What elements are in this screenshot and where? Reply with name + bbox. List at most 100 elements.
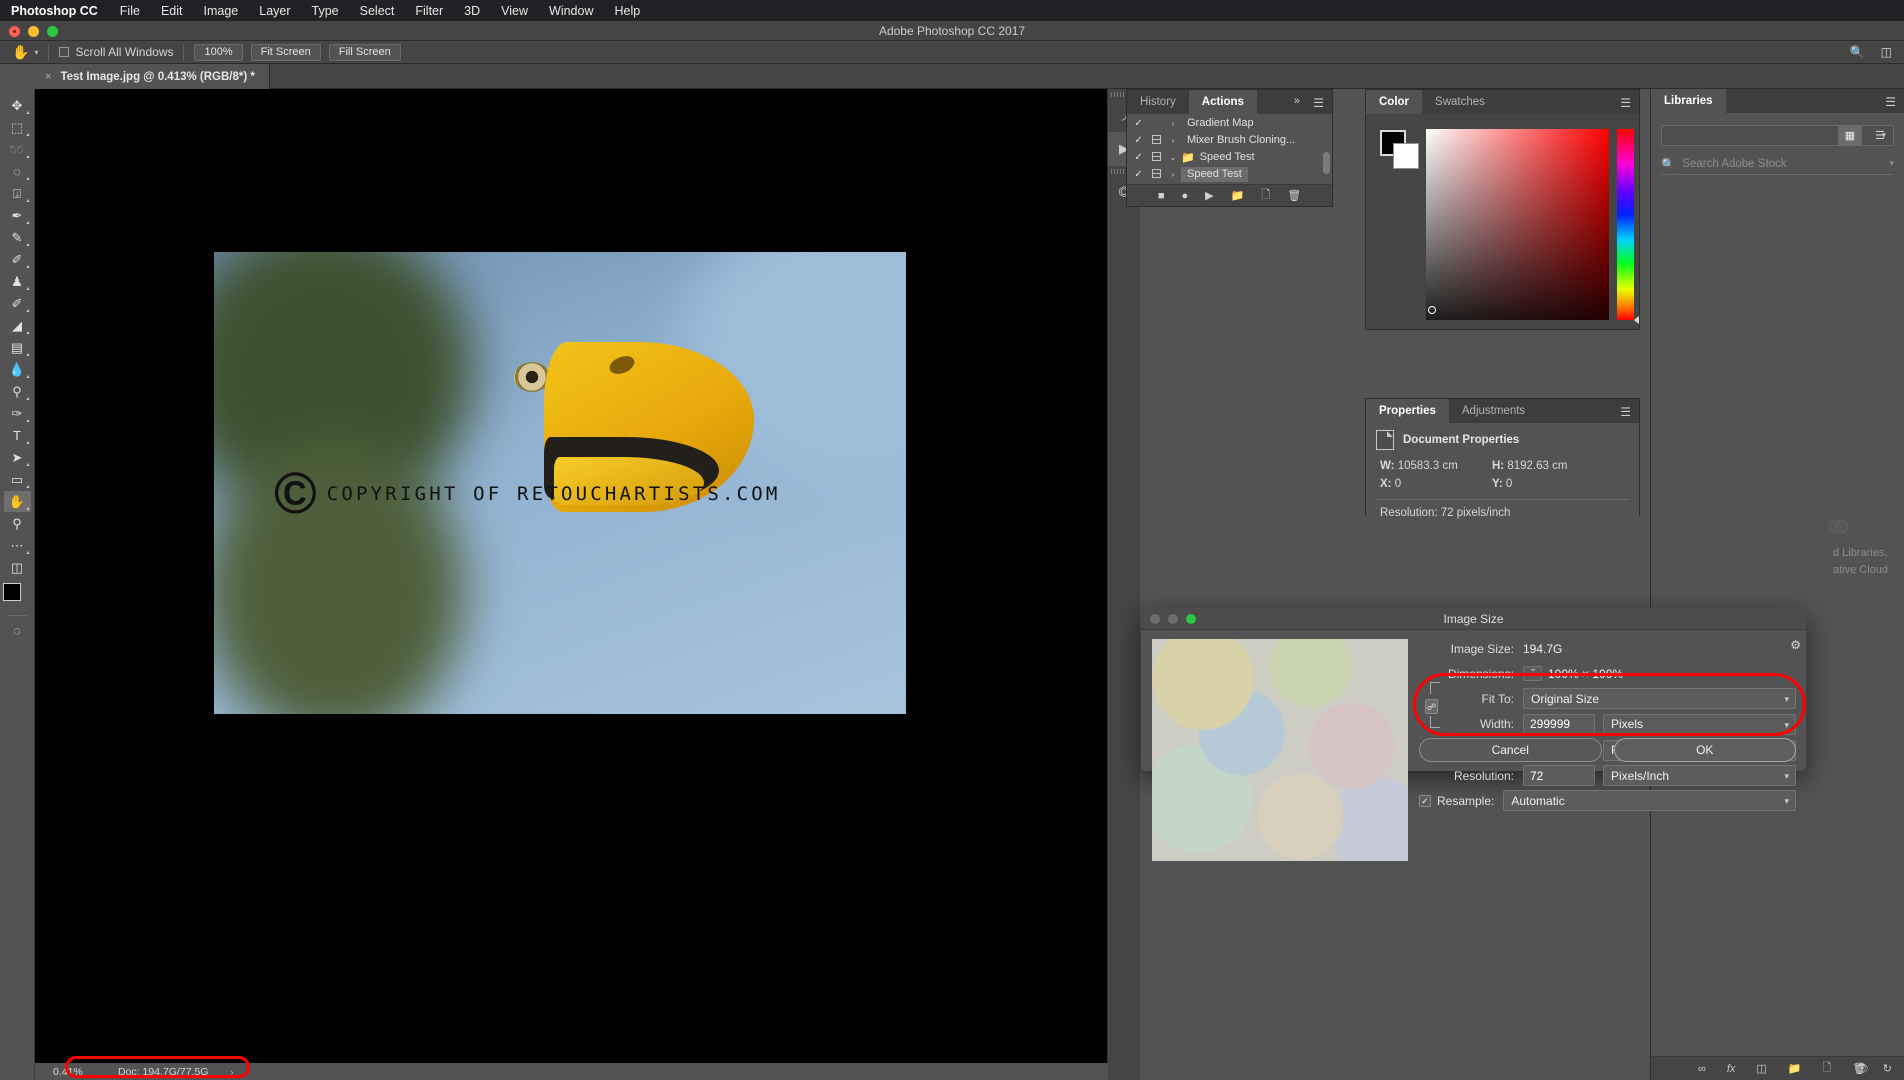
quick-selection-tool[interactable]: ◌ xyxy=(4,161,31,182)
foreground-color-swatch[interactable] xyxy=(3,583,21,601)
tab-color[interactable]: Color xyxy=(1366,90,1423,114)
action-enabled-check[interactable]: ✓ xyxy=(1130,118,1147,129)
action-folder-row[interactable]: ✓ ⌄ 📁 Speed Test xyxy=(1127,149,1332,166)
tool-preset-chevron-icon[interactable]: ▾ xyxy=(34,48,38,57)
hand-tool[interactable]: ✋ xyxy=(3,491,31,512)
background-color-swatch[interactable] xyxy=(1393,143,1419,169)
menu-image[interactable]: Image xyxy=(204,4,239,18)
zoom-level[interactable]: 0.41% xyxy=(35,1066,110,1078)
link-constrain-icon[interactable]: ☍ xyxy=(1425,699,1438,714)
link-icon[interactable]: ∞ xyxy=(1698,1063,1706,1075)
record-icon[interactable]: ● xyxy=(1182,190,1189,202)
expander-icon[interactable]: › xyxy=(1165,136,1181,145)
action-row[interactable]: ✓ › Mixer Brush Cloning... xyxy=(1127,132,1332,149)
stop-icon[interactable]: ■ xyxy=(1158,190,1165,202)
action-enabled-check[interactable]: ✓ xyxy=(1130,152,1147,163)
color-swatches[interactable] xyxy=(2,583,32,611)
zoom-100-button[interactable]: 100% xyxy=(194,43,243,61)
resample-select[interactable]: Automatic ▾ xyxy=(1503,790,1796,811)
default-colors-icon[interactable]: ◫ xyxy=(4,557,31,578)
tab-swatches[interactable]: Swatches xyxy=(1422,90,1498,114)
grid-view-icon[interactable]: ▦ xyxy=(1838,125,1862,146)
menu-layer[interactable]: Layer xyxy=(259,4,290,18)
dodge-tool[interactable]: ⚲ xyxy=(4,381,31,402)
color-ramp[interactable] xyxy=(1426,129,1609,320)
width-input[interactable]: 299999 xyxy=(1523,713,1595,735)
marquee-tool[interactable]: ⬚ xyxy=(4,117,31,138)
actions-list[interactable]: ✓ › Gradient Map ✓ › Mixer Brush Cloning… xyxy=(1127,114,1332,184)
action-enabled-check[interactable]: ✓ xyxy=(1130,169,1147,180)
history-brush-tool[interactable]: ✐ xyxy=(4,293,31,314)
resolution-input[interactable]: 72 xyxy=(1523,765,1595,786)
image-icon[interactable]: ◫ xyxy=(1756,1062,1766,1075)
action-row[interactable]: ✓ › Gradient Map xyxy=(1127,115,1332,132)
hue-marker[interactable] xyxy=(1634,316,1639,324)
fx-icon[interactable]: fx xyxy=(1727,1063,1736,1075)
color-picker-marker[interactable] xyxy=(1428,306,1436,314)
fit-to-select[interactable]: Original Size ▾ xyxy=(1523,688,1796,709)
action-dialog-toggle[interactable] xyxy=(1147,134,1165,147)
edit-toolbar-button[interactable]: ⋯ xyxy=(4,535,31,556)
menu-edit[interactable]: Edit xyxy=(161,4,183,18)
hue-slider[interactable] xyxy=(1617,129,1639,324)
close-icon[interactable]: × xyxy=(45,71,51,83)
expander-icon[interactable]: ⌄ xyxy=(1165,153,1181,162)
search-adobe-stock-field[interactable]: 🔍 Search Adobe Stock ▾ xyxy=(1661,153,1894,175)
tab-properties[interactable]: Properties xyxy=(1366,399,1449,423)
type-tool[interactable]: T xyxy=(4,425,31,446)
menu-select[interactable]: Select xyxy=(360,4,395,18)
fill-screen-button[interactable]: Fill Screen xyxy=(328,43,401,61)
pen-tool[interactable]: ✑ xyxy=(4,403,31,424)
gear-icon[interactable]: ⚙ xyxy=(1790,638,1801,652)
eyedropper-tool[interactable]: ✒ xyxy=(4,205,31,226)
sync-icon[interactable]: ↻ xyxy=(1883,1062,1892,1075)
path-selection-tool[interactable]: ➤ xyxy=(4,447,31,468)
fit-screen-button[interactable]: Fit Screen xyxy=(250,43,321,61)
expander-icon[interactable]: › xyxy=(1165,170,1181,179)
rectangle-tool[interactable]: ▭ xyxy=(4,469,31,490)
menu-filter[interactable]: Filter xyxy=(415,4,443,18)
status-expand-icon[interactable]: › xyxy=(230,1067,233,1077)
expander-icon[interactable]: › xyxy=(1165,119,1181,128)
eye-icon[interactable]: 👁 xyxy=(1855,1062,1869,1075)
workspace-icon[interactable]: ◫ xyxy=(1881,45,1892,59)
action-dialog-toggle[interactable] xyxy=(1147,118,1165,130)
ok-button[interactable]: OK xyxy=(1613,738,1796,762)
search-icon[interactable]: 🔍 xyxy=(1850,45,1865,59)
lasso-tool[interactable]: ➿ xyxy=(4,139,31,160)
document-size[interactable]: Doc: 194.7G/77.5G xyxy=(118,1066,208,1078)
constrain-proportions-control[interactable]: ☍ xyxy=(1425,682,1440,728)
list-view-icon[interactable]: ☰ xyxy=(1868,125,1892,146)
zoom-tool[interactable]: ⚲ xyxy=(4,513,31,534)
image-size-dialog[interactable]: Image Size Image Size: 194.7G Dimensions… xyxy=(1141,608,1806,861)
dimensions-unit-select[interactable] xyxy=(1523,663,1542,681)
action-row[interactable]: ✓ › Speed Test xyxy=(1127,166,1332,183)
panel-more-icon[interactable]: » xyxy=(1294,95,1300,107)
panel-menu-icon[interactable]: ☰ xyxy=(1313,96,1324,110)
scroll-all-windows-checkbox[interactable]: Scroll All Windows xyxy=(59,45,173,59)
document-image[interactable]: © COPYRIGHT OF RETOUCHARTISTS.COM xyxy=(214,252,906,714)
action-dialog-toggle[interactable] xyxy=(1147,168,1165,181)
gradient-tool[interactable]: ▤ xyxy=(4,337,31,358)
panel-menu-icon[interactable]: ☰ xyxy=(1620,405,1631,419)
tab-libraries[interactable]: Libraries xyxy=(1651,89,1726,113)
cancel-button[interactable]: Cancel xyxy=(1419,738,1602,762)
tab-history[interactable]: History xyxy=(1127,90,1189,114)
tab-actions[interactable]: Actions xyxy=(1188,90,1257,114)
menu-view[interactable]: View xyxy=(501,4,528,18)
tab-adjustments[interactable]: Adjustments xyxy=(1449,399,1538,423)
delete-icon[interactable]: 🗑 xyxy=(1287,189,1301,202)
blur-tool[interactable]: 💧 xyxy=(4,359,31,380)
resample-checkbox[interactable]: ✓ xyxy=(1419,794,1431,807)
crop-tool[interactable]: ⍗ xyxy=(4,183,31,204)
menu-3d[interactable]: 3D xyxy=(464,4,480,18)
eraser-tool[interactable]: ◢ xyxy=(4,315,31,336)
width-unit-select[interactable]: Pixels ▾ xyxy=(1603,713,1796,735)
menu-type[interactable]: Type xyxy=(312,4,339,18)
hand-tool-icon[interactable]: ✋ xyxy=(12,44,29,61)
menu-help[interactable]: Help xyxy=(615,4,641,18)
resolution-unit-select[interactable]: Pixels/Inch ▾ xyxy=(1603,765,1796,786)
new-icon[interactable]: 🗋 xyxy=(1823,1059,1832,1078)
folder-icon[interactable]: 📁 xyxy=(1231,189,1245,202)
clone-stamp-tool[interactable]: ♟ xyxy=(4,271,31,292)
